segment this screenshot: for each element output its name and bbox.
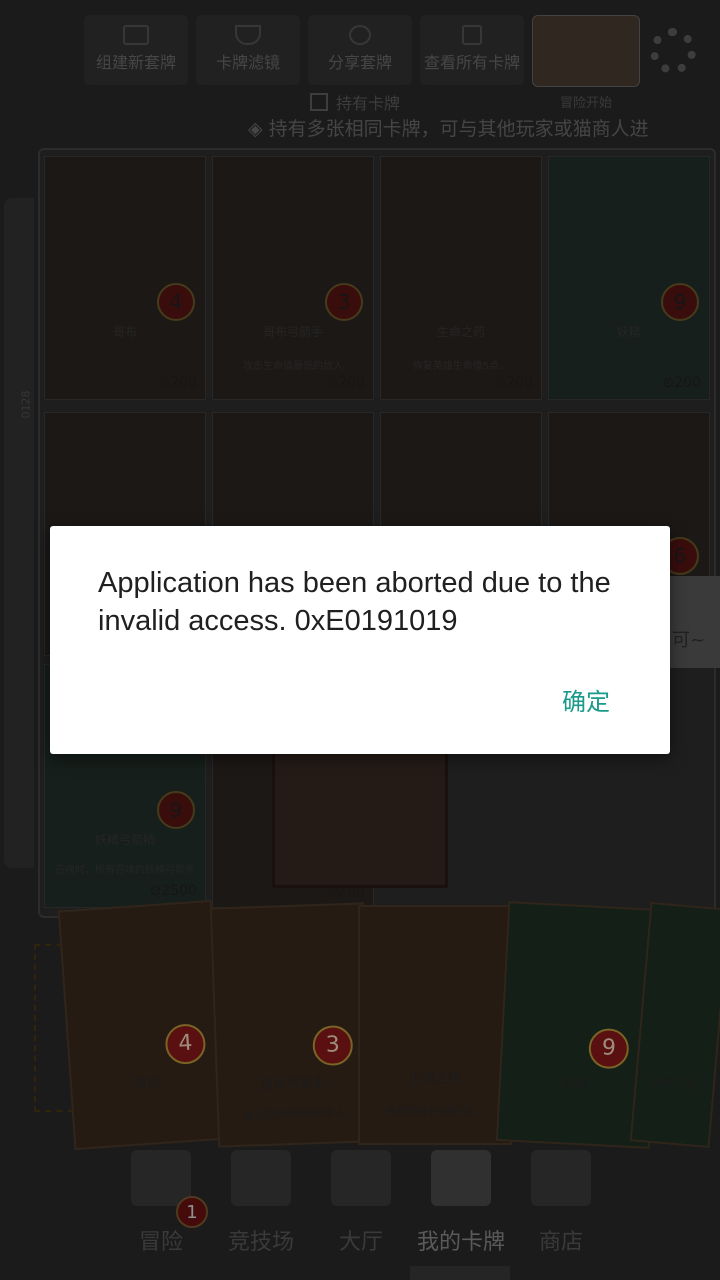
error-message: Application has been aborted due to the …: [98, 567, 611, 637]
ok-button[interactable]: 确定: [562, 682, 610, 717]
error-dialog: Application has been aborted due to the …: [50, 526, 670, 754]
